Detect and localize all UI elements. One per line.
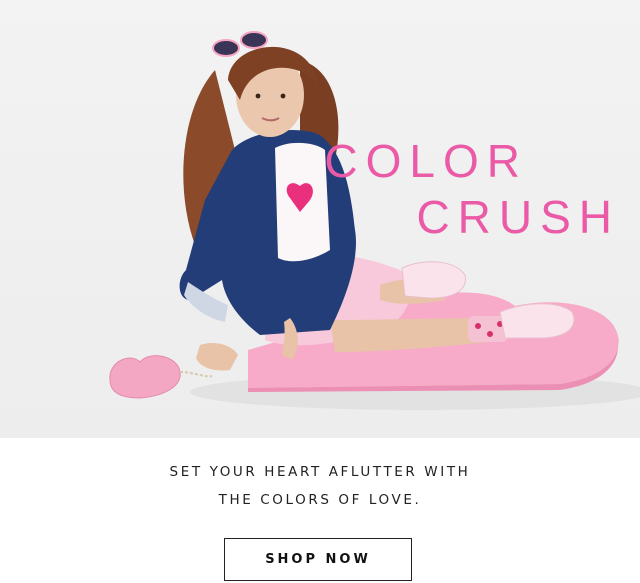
hand [196, 343, 238, 371]
promo-copy-line-2: THE COLORS OF LOVE. [218, 492, 422, 508]
headline-line-2: CRUSH [416, 191, 620, 243]
shop-now-button[interactable]: SHOP NOW [224, 538, 412, 581]
promo-copy-line-1: SET YOUR HEART AFLUTTER WITH [169, 464, 471, 480]
headline-line-1: COLOR [324, 135, 528, 187]
hero-image[interactable]: COLOR CRUSH [0, 0, 640, 438]
promo-banner: COLOR CRUSH SET YOUR HEART AFLUTTER WITH… [0, 0, 640, 583]
sneaker [499, 303, 575, 339]
hero-headline: COLOR CRUSH [300, 138, 620, 240]
sneaker [401, 261, 466, 299]
promo-copy: SET YOUR HEART AFLUTTER WITH THE COLORS … [0, 458, 640, 514]
